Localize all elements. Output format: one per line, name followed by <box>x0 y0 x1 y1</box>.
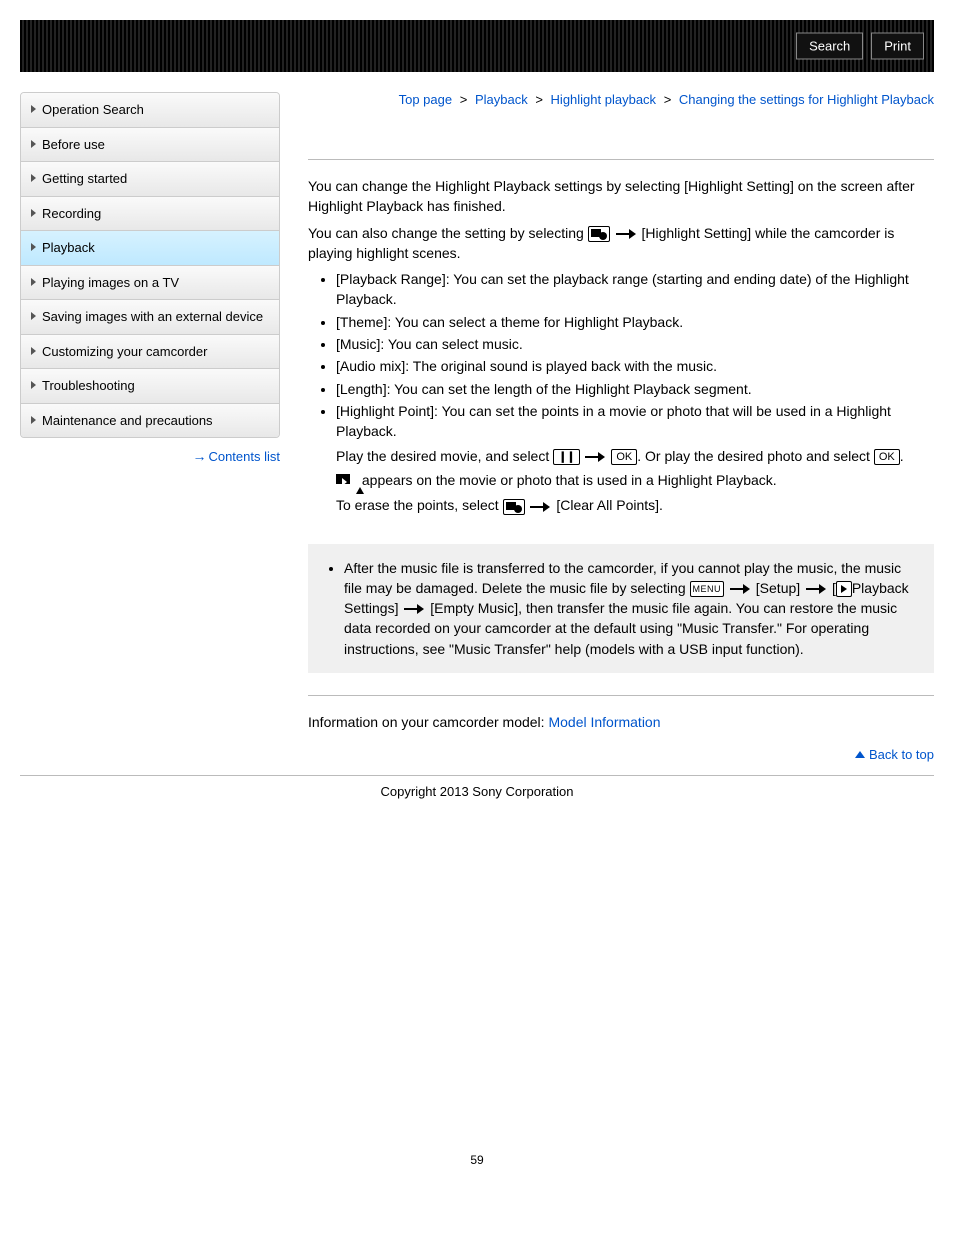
sub-line: appears on the movie or photo that is us… <box>336 470 934 491</box>
sidebar-item-playback[interactable]: Playback <box>21 231 279 266</box>
contents-list-link-row: →Contents list <box>20 448 280 464</box>
chevron-right-icon <box>31 174 36 182</box>
breadcrumb-playback[interactable]: Playback <box>475 92 528 107</box>
feature-list: [Playback Range]: You can set the playba… <box>308 269 934 515</box>
sub-line: Play the desired movie, and select ❙❙ OK… <box>336 446 934 466</box>
arrow-right-icon <box>585 452 605 462</box>
chevron-right-icon <box>31 278 36 286</box>
sidebar-item-label: Playing images on a TV <box>42 274 179 292</box>
sidebar-item-saving-external[interactable]: Saving images with an external device <box>21 300 279 335</box>
sidebar-item-label: Customizing your camcorder <box>42 343 207 361</box>
arrow-right-icon <box>730 584 750 594</box>
highlight-settings-icon <box>588 226 610 242</box>
main-content: Top page > Playback > Highlight playback… <box>280 92 934 771</box>
sidebar-item-label: Before use <box>42 136 105 154</box>
pause-icon: ❙❙ <box>553 449 579 465</box>
intro-p1: You can change the Highlight Playback se… <box>308 176 934 217</box>
back-to-top-link[interactable]: Back to top <box>869 747 934 762</box>
highlight-settings-icon <box>503 499 525 515</box>
sidebar-item-playing-tv[interactable]: Playing images on a TV <box>21 266 279 301</box>
sidebar: Operation Search Before use Getting star… <box>20 92 280 771</box>
chevron-right-icon <box>31 209 36 217</box>
breadcrumb-current[interactable]: Changing the settings for Highlight Play… <box>679 92 934 107</box>
contents-list-link[interactable]: Contents list <box>208 449 280 464</box>
back-to-top-row: Back to top <box>308 746 934 765</box>
chevron-right-icon <box>31 381 36 389</box>
sidebar-item-operation-search[interactable]: Operation Search <box>21 93 279 128</box>
sidebar-item-label: Getting started <box>42 170 127 188</box>
sidebar-item-label: Playback <box>42 239 95 257</box>
page-number: 59 <box>20 813 934 1187</box>
print-button[interactable]: Print <box>871 33 924 60</box>
arrow-right-icon <box>806 584 826 594</box>
header-bar: Search Print <box>20 20 934 72</box>
sidebar-item-customizing[interactable]: Customizing your camcorder <box>21 335 279 370</box>
model-info-line: Information on your camcorder model: Mod… <box>308 712 934 732</box>
search-button[interactable]: Search <box>796 33 863 60</box>
sidebar-list: Operation Search Before use Getting star… <box>20 92 280 438</box>
triangle-up-icon <box>855 751 865 758</box>
breadcrumb-sep: > <box>460 92 468 107</box>
list-item: [Audio mix]: The original sound is playe… <box>336 356 934 376</box>
arrow-right-icon <box>530 502 550 512</box>
flag-icon <box>356 487 364 494</box>
breadcrumb-sep: > <box>535 92 543 107</box>
chevron-right-icon <box>31 312 36 320</box>
divider <box>308 159 934 160</box>
divider <box>308 695 934 696</box>
arrow-right-icon: → <box>192 448 206 464</box>
sidebar-item-recording[interactable]: Recording <box>21 197 279 232</box>
list-item: [Length]: You can set the length of the … <box>336 379 934 399</box>
note-box: After the music file is transferred to t… <box>308 544 934 673</box>
chevron-right-icon <box>31 416 36 424</box>
intro-p2: You can also change the setting by selec… <box>308 223 934 264</box>
list-item: [Theme]: You can select a theme for High… <box>336 312 934 332</box>
arrow-right-icon <box>404 604 424 614</box>
playback-icon <box>836 581 852 597</box>
sidebar-item-label: Saving images with an external device <box>42 308 263 326</box>
sidebar-item-label: Operation Search <box>42 101 144 119</box>
sidebar-item-label: Maintenance and precautions <box>42 412 213 430</box>
list-item: [Highlight Point]: You can set the point… <box>336 401 934 516</box>
sidebar-item-maintenance[interactable]: Maintenance and precautions <box>21 404 279 438</box>
sidebar-item-getting-started[interactable]: Getting started <box>21 162 279 197</box>
chevron-right-icon <box>31 243 36 251</box>
footer-divider <box>20 775 934 776</box>
note-item: After the music file is transferred to t… <box>344 558 920 659</box>
menu-button-icon: MENU <box>690 581 725 597</box>
breadcrumb-top[interactable]: Top page <box>399 92 453 107</box>
sidebar-item-label: Troubleshooting <box>42 377 135 395</box>
list-item: [Playback Range]: You can set the playba… <box>336 269 934 310</box>
list-item: [Music]: You can select music. <box>336 334 934 354</box>
sidebar-item-before-use[interactable]: Before use <box>21 128 279 163</box>
sidebar-item-troubleshooting[interactable]: Troubleshooting <box>21 369 279 404</box>
model-info-link[interactable]: Model Information <box>548 714 660 730</box>
breadcrumb: Top page > Playback > Highlight playback… <box>308 92 934 107</box>
article-body: You can change the Highlight Playback se… <box>308 176 934 765</box>
breadcrumb-highlight[interactable]: Highlight playback <box>551 92 657 107</box>
chevron-right-icon <box>31 105 36 113</box>
ok-button-icon: OK <box>611 449 637 465</box>
highlight-marker-icon <box>336 474 358 490</box>
sidebar-item-label: Recording <box>42 205 101 223</box>
ok-button-icon: OK <box>874 449 900 465</box>
arrow-right-icon <box>616 229 636 239</box>
chevron-right-icon <box>31 140 36 148</box>
copyright: Copyright 2013 Sony Corporation <box>20 784 934 799</box>
breadcrumb-sep: > <box>664 92 672 107</box>
sub-line: To erase the points, select [Clear All P… <box>336 495 934 515</box>
chevron-right-icon <box>31 347 36 355</box>
